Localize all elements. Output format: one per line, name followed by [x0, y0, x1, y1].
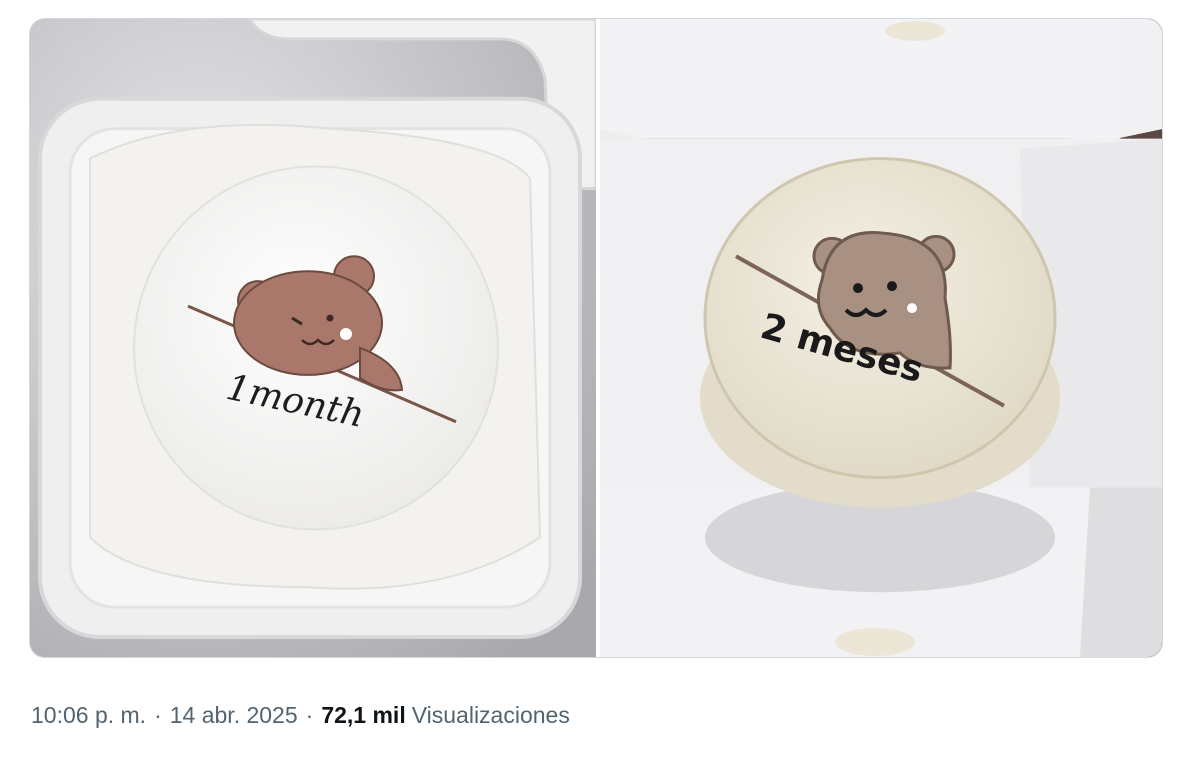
- cake-1month-photo: 1month: [30, 19, 596, 657]
- meta-separator: ·: [154, 701, 162, 728]
- post-media-grid: 1month 2 meses: [29, 18, 1163, 658]
- post-image-1[interactable]: 1month: [30, 19, 596, 657]
- post-date[interactable]: 14 abr. 2025: [170, 702, 298, 729]
- post-image-2[interactable]: 2 meses: [600, 19, 1162, 657]
- post-time[interactable]: 10:06 p. m.: [31, 702, 146, 729]
- views-count: 72,1 mil: [321, 701, 406, 728]
- post-metadata: 10:06 p. m. · 14 abr. 2025 · 72,1 mil Vi…: [31, 698, 570, 732]
- views-label[interactable]: Visualizaciones: [412, 702, 570, 729]
- cake-2meses-photo: 2 meses: [600, 19, 1162, 657]
- meta-separator: ·: [305, 701, 314, 728]
